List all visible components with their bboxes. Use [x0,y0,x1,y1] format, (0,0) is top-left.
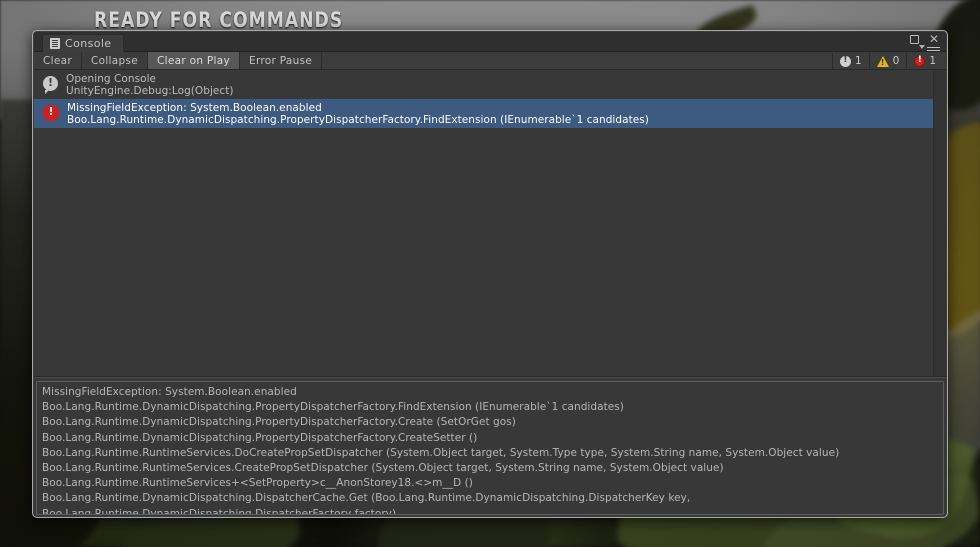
console-window-inner: Console ✕ Clear Collapse Clear on Play E… [34,32,946,516]
warning-count: 0 [892,55,900,67]
clear-on-play-button[interactable]: Clear on Play [148,52,241,69]
window-controls: ✕ [909,33,939,45]
log-entry-text: Opening Console UnityEngine.Debug:Log(Ob… [66,73,234,98]
console-tab-bar: Console ✕ [34,32,946,52]
collapse-button[interactable]: Collapse [81,52,148,69]
close-icon[interactable]: ✕ [929,33,939,45]
log-entry-line2: Boo.Lang.Runtime.DynamicDispatching.Prop… [67,113,649,126]
warning-icon [876,55,889,67]
info-icon [43,76,58,94]
error-icon [914,55,926,67]
error-icon [43,105,59,121]
log-entry-row[interactable]: Opening Console UnityEngine.Debug:Log(Ob… [34,70,946,99]
tab-console[interactable]: Console [42,34,125,52]
console-toolbar: Clear Collapse Clear on Play Error Pause… [34,52,946,70]
stack-trace-line: Boo.Lang.Runtime.DynamicDispatching.Prop… [42,431,478,444]
stack-trace-line: Boo.Lang.Runtime.RuntimeServices.DoCreat… [42,446,840,459]
error-count: 1 [929,55,936,67]
stack-trace-line: Boo.Lang.Runtime.RuntimeServices.CreateP… [42,462,724,475]
error-counter[interactable]: 1 [906,53,943,69]
log-entry-text: MissingFieldException: System.Boolean.en… [67,102,649,127]
stack-trace-line: Boo.Lang.Runtime.DynamicDispatching.Prop… [42,401,624,414]
maximize-icon[interactable] [909,34,919,44]
chevron-down-icon [919,45,925,49]
stack-trace-line: Boo.Lang.Runtime.DynamicDispatching.Disp… [42,492,691,505]
console-log-list[interactable]: Opening Console UnityEngine.Debug:Log(Ob… [34,70,946,377]
stack-trace-detail-pane[interactable]: MissingFieldException: System.Boolean.en… [36,381,944,515]
hud-status-text: READY FOR COMMANDS [94,8,344,32]
hamburger-menu-icon[interactable] [919,45,940,49]
info-icon [839,55,851,67]
unity-console-window: Console ✕ Clear Collapse Clear on Play E… [32,30,948,518]
info-count: 1 [854,55,862,67]
info-counter[interactable]: 1 [831,53,869,69]
clear-button[interactable]: Clear [34,52,82,69]
menu-lines-icon [927,46,940,48]
log-list-scrollbar[interactable] [933,70,946,376]
console-icon [50,38,60,49]
log-entry-row[interactable]: MissingFieldException: System.Boolean.en… [34,99,946,128]
log-entry-line2: UnityEngine.Debug:Log(Object) [66,84,234,97]
stack-trace-line: MissingFieldException: System.Boolean.en… [42,386,297,398]
tab-console-label: Console [65,37,112,50]
stack-trace-line: Boo.Lang.Runtime.DynamicDispatching.Prop… [42,416,516,429]
stack-trace-line: Boo.Lang.Runtime.RuntimeServices+<SetPro… [42,477,473,490]
stack-trace-line: Boo.Lang.Runtime.DynamicDispatching.Disp… [42,507,397,515]
log-counters: 1 0 1 [831,53,943,69]
error-pause-button[interactable]: Error Pause [240,52,323,69]
warning-counter[interactable]: 0 [868,53,907,69]
